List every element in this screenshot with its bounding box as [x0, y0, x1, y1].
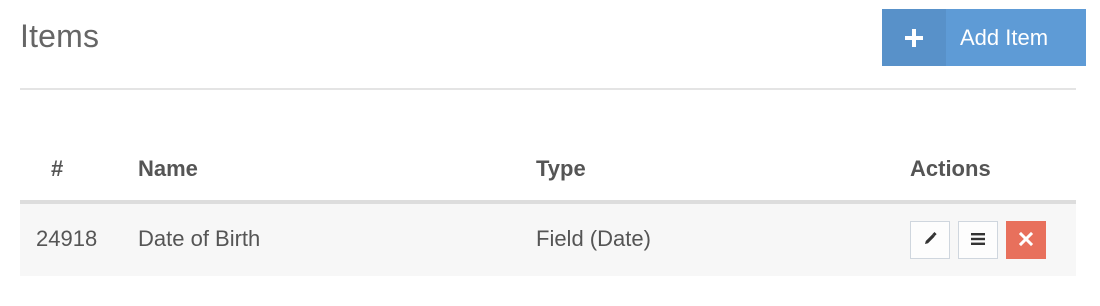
- row-type: Field (Date): [536, 226, 651, 251]
- edit-button[interactable]: [910, 221, 950, 259]
- column-header-number: #: [51, 156, 64, 181]
- delete-button[interactable]: [1006, 221, 1046, 259]
- column-header-name: Name: [138, 156, 198, 181]
- row-actions: [910, 221, 1046, 259]
- divider: [20, 88, 1076, 90]
- table-row: 24918 Date of Birth Field (Date): [20, 204, 1076, 276]
- add-item-button[interactable]: Add Item: [882, 9, 1086, 66]
- column-header-actions: Actions: [910, 156, 991, 181]
- column-header-type: Type: [536, 156, 586, 181]
- table-header: # Name Type Actions: [20, 140, 1076, 204]
- add-item-label: Add Item: [960, 24, 1049, 50]
- pencil-icon: [922, 231, 938, 250]
- items-page: Items Add Item # Name Type Actions 24918…: [0, 0, 1100, 306]
- details-button[interactable]: [958, 221, 998, 259]
- page-title: Items: [20, 18, 100, 54]
- close-icon: [1018, 231, 1034, 249]
- row-name: Date of Birth: [138, 226, 261, 251]
- row-id: 24918: [36, 226, 98, 251]
- list-icon: [970, 232, 986, 249]
- items-table: # Name Type Actions 24918 Date of Birth …: [20, 140, 1076, 276]
- plus-icon: [882, 9, 946, 66]
